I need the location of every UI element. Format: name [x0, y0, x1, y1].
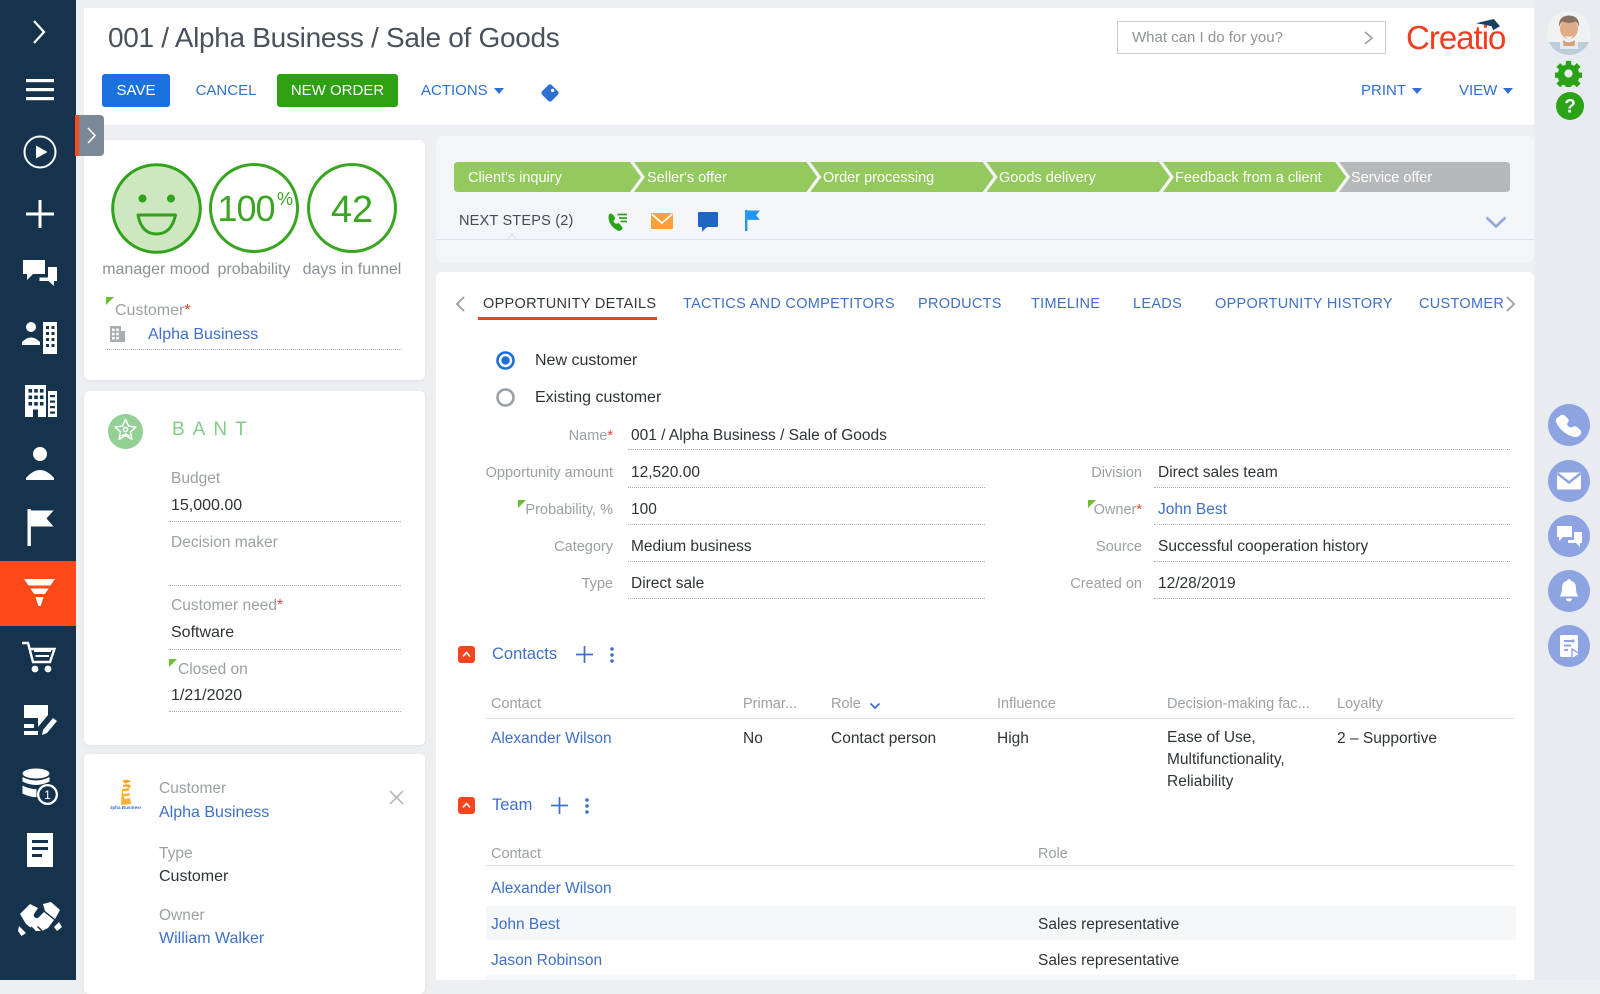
- svg-text:Goods delivery: Goods delivery: [999, 170, 1096, 186]
- svg-text:Service offer: Service offer: [1351, 170, 1432, 186]
- svg-text:Seller's offer: Seller's offer: [647, 170, 727, 186]
- svg-text:100: 100: [217, 188, 274, 229]
- svg-text:?: ?: [1564, 97, 1576, 118]
- svg-text:Alpha Business: Alpha Business: [110, 805, 141, 810]
- svg-text:1: 1: [44, 788, 51, 802]
- svg-text:%: %: [277, 189, 293, 209]
- svg-text:Feedback from a client: Feedback from a client: [1175, 170, 1322, 186]
- svg-text:Client's inquiry: Client's inquiry: [468, 170, 563, 186]
- svg-text:Order processing: Order processing: [823, 170, 934, 186]
- svg-text:42: 42: [331, 189, 373, 231]
